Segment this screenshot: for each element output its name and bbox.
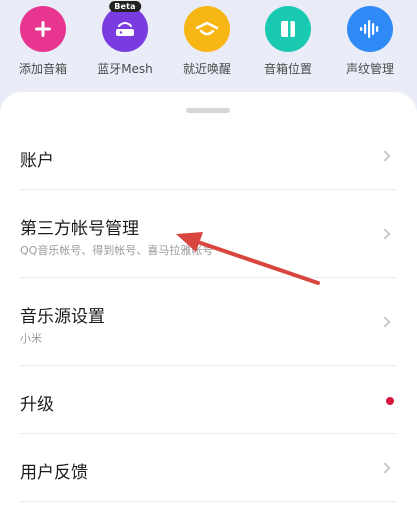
menu-item-account[interactable]: 账户 <box>20 122 397 190</box>
voiceprint-label: 声纹管理 <box>345 62 394 76</box>
bluetooth-mesh-button[interactable]: Beta 蓝牙Mesh <box>90 0 160 77</box>
nearby-wake-button[interactable]: 就近唤醒 <box>172 0 242 77</box>
beta-badge: Beta <box>109 1 141 12</box>
wake-nearby-icon <box>195 21 219 36</box>
speaker-location-icon <box>281 21 295 37</box>
third-party-title: 第三方帐号管理 <box>20 219 139 239</box>
chevron-right-icon <box>379 462 391 474</box>
feedback-title: 用户反馈 <box>20 463 88 483</box>
upgrade-title: 升级 <box>20 395 54 415</box>
menu-item-feedback[interactable]: 用户反馈 <box>20 434 397 502</box>
bluetooth-mesh-label: 蓝牙Mesh <box>97 62 153 76</box>
speaker-location-circle <box>265 6 311 52</box>
add-speaker-circle <box>20 6 66 52</box>
music-source-title: 音乐源设置 <box>20 307 105 327</box>
voiceprint-button[interactable]: 声纹管理 <box>335 0 405 77</box>
third-party-subtitle: QQ音乐帐号、得到帐号、喜马拉雅帐号 <box>20 244 214 257</box>
nearby-wake-circle <box>184 6 230 52</box>
sheet-drag-handle[interactable] <box>186 108 230 113</box>
quick-actions-bar: 添加音箱 Beta 蓝牙Mesh 就近唤醒 音箱位置 声纹管理 <box>0 0 417 92</box>
menu-item-upgrade[interactable]: 升级 <box>20 366 397 434</box>
account-title: 账户 <box>20 151 54 171</box>
menu-item-third-party-accounts[interactable]: 第三方帐号管理 QQ音乐帐号、得到帐号、喜马拉雅帐号 <box>20 190 397 278</box>
mesh-router-icon <box>116 22 134 36</box>
add-speaker-label: 添加音箱 <box>18 62 67 76</box>
speaker-location-button[interactable]: 音箱位置 <box>253 0 323 77</box>
chevron-right-icon <box>379 150 391 162</box>
update-available-dot <box>386 397 394 405</box>
menu-item-music-source[interactable]: 音乐源设置 小米 <box>20 278 397 366</box>
add-speaker-button[interactable]: 添加音箱 <box>8 0 78 77</box>
chevron-right-icon <box>379 228 391 240</box>
bluetooth-mesh-circle: Beta <box>102 1 148 52</box>
nearby-wake-label: 就近唤醒 <box>182 62 231 76</box>
settings-sheet: 账户 第三方帐号管理 QQ音乐帐号、得到帐号、喜马拉雅帐号 音乐源设置 小米 升… <box>0 92 417 522</box>
voiceprint-circle <box>347 6 393 52</box>
speaker-location-label: 音箱位置 <box>263 62 312 76</box>
music-source-subtitle: 小米 <box>20 332 42 345</box>
chevron-right-icon <box>379 316 391 328</box>
plus-icon <box>35 21 51 37</box>
voiceprint-icon <box>360 20 379 38</box>
